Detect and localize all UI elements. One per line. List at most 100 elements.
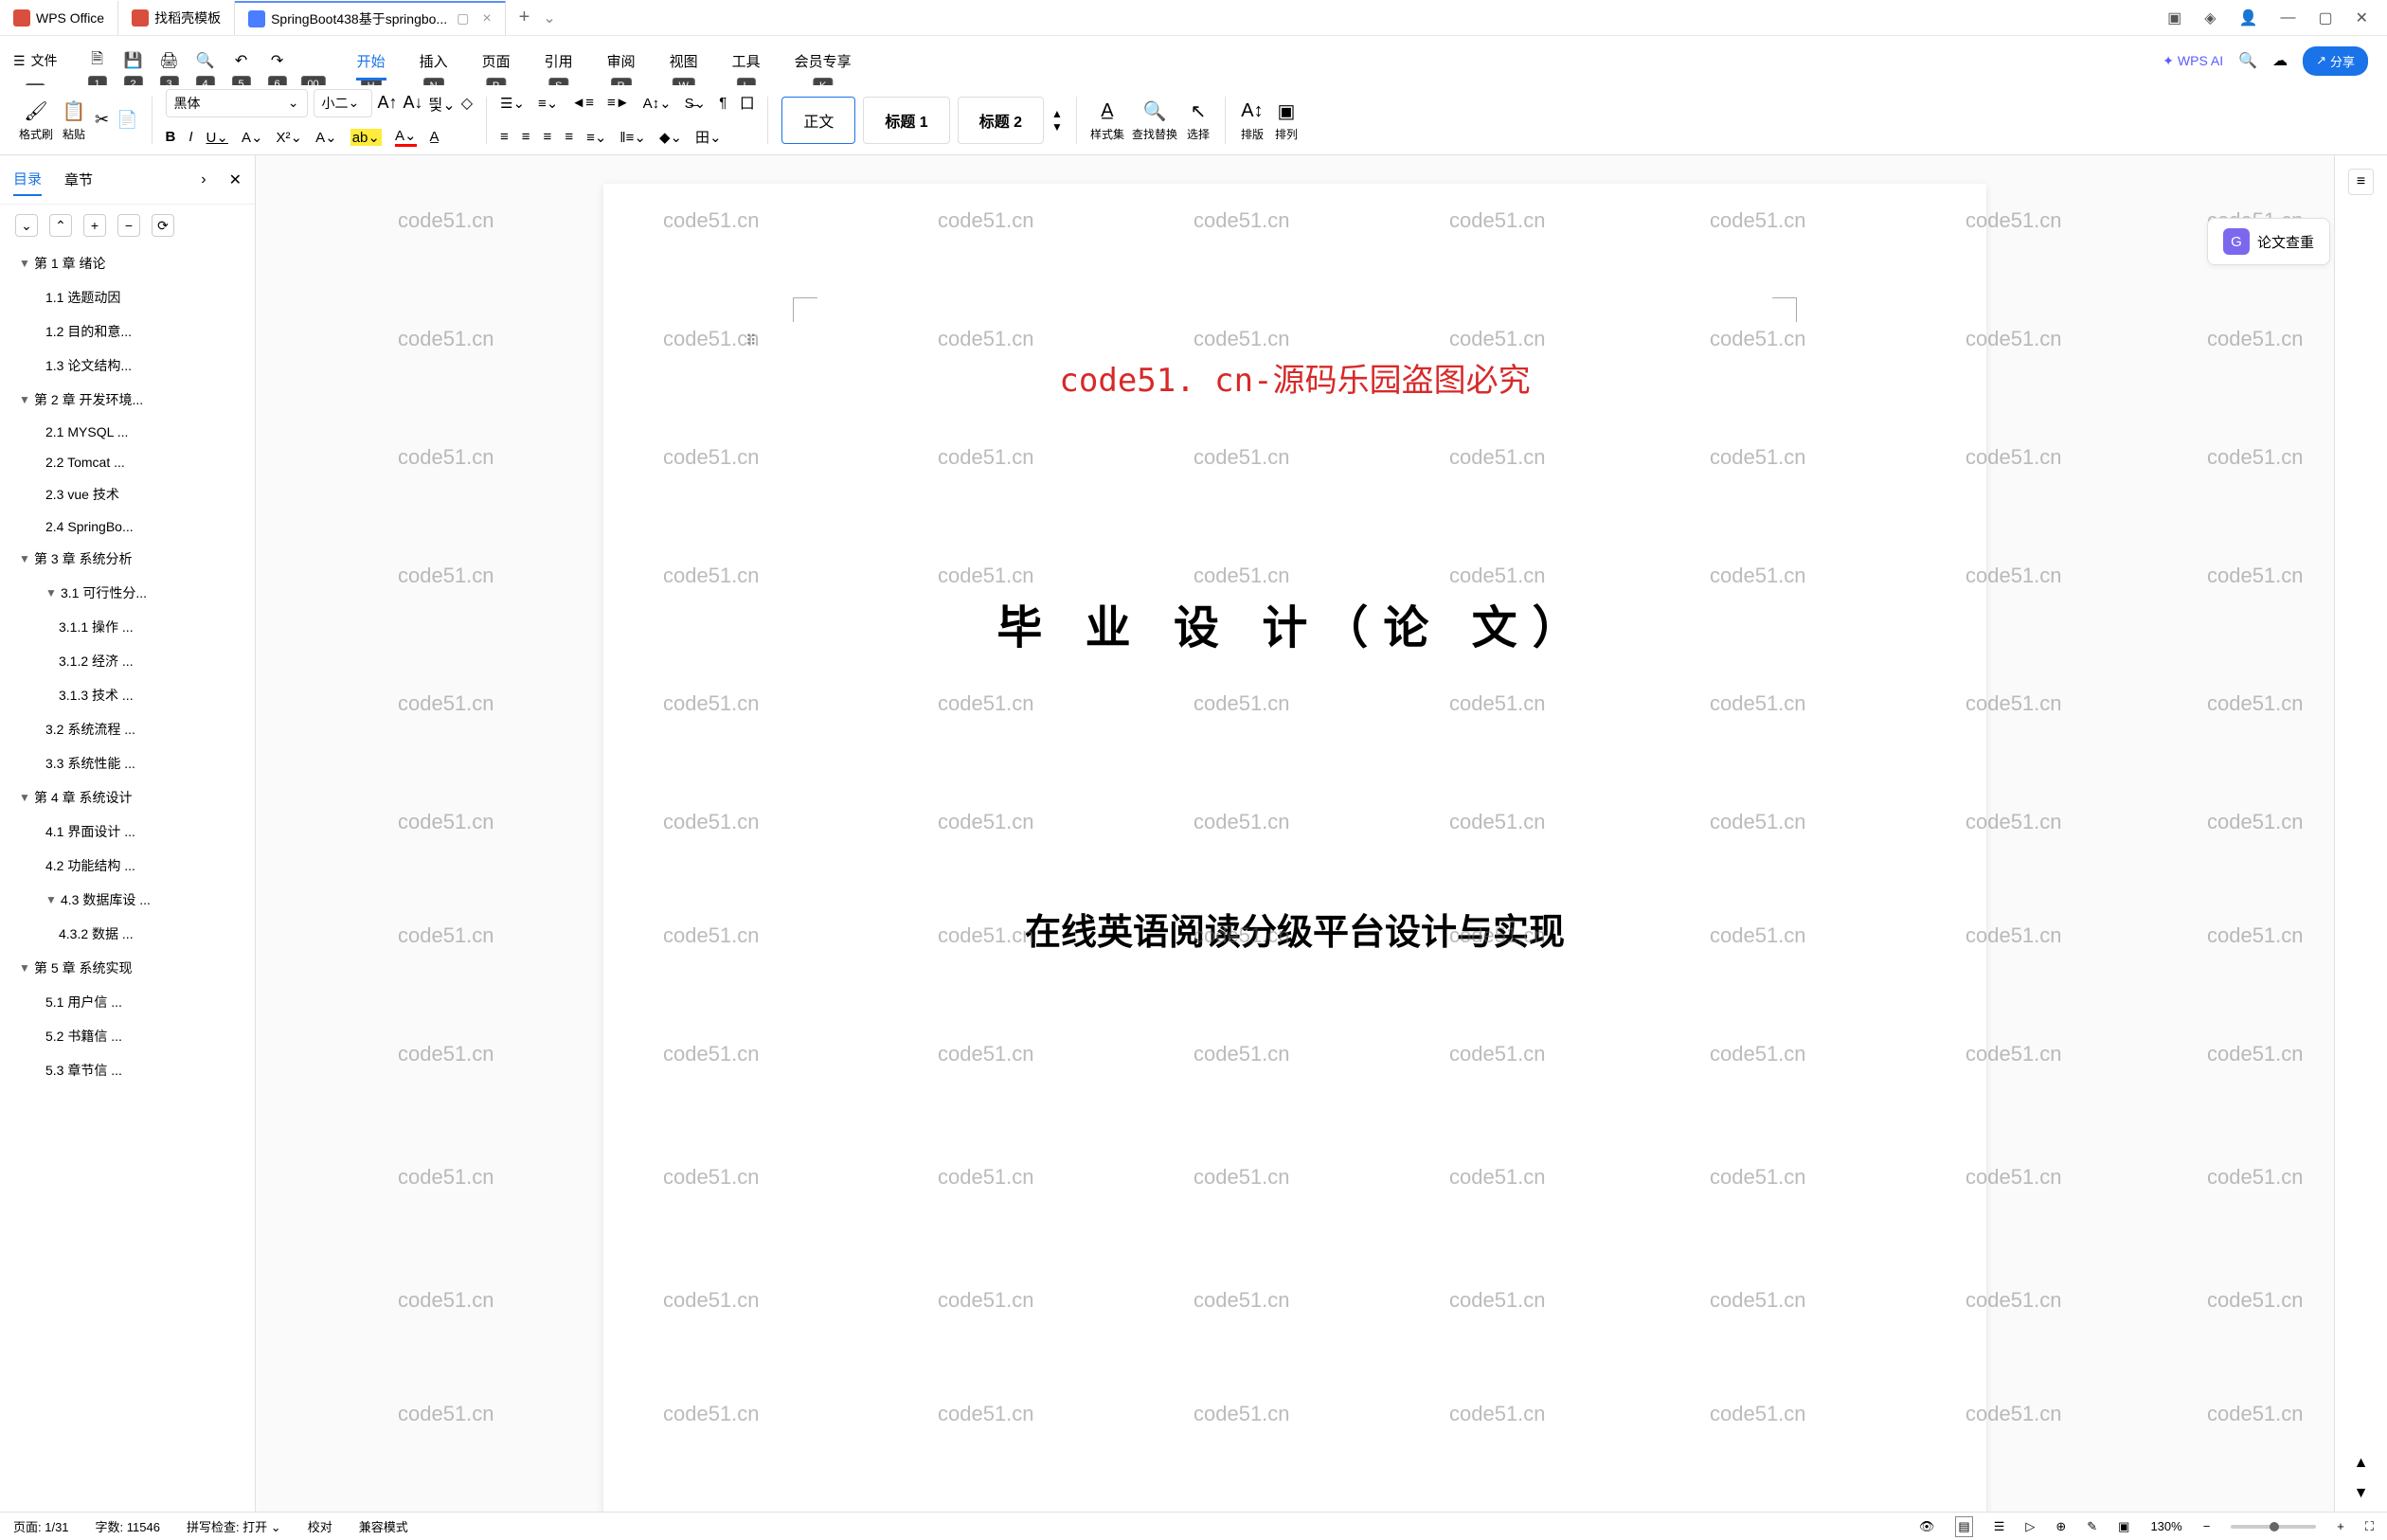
document-canvas[interactable]: ⠿ code51. cn-源码乐园盗图必究 毕 业 设 计（论 文） 在线英语阅… bbox=[256, 155, 2334, 1512]
outline-item[interactable]: 3.3 系统性能 ... bbox=[0, 746, 255, 780]
increase-indent-button[interactable]: ≡► bbox=[607, 95, 630, 111]
tab-reference[interactable]: 引用S bbox=[528, 45, 590, 77]
outline-caret-icon[interactable]: ▼ bbox=[45, 586, 57, 600]
view-focus-icon[interactable]: ▣ bbox=[2118, 1519, 2129, 1534]
close-window-icon[interactable]: ✕ bbox=[2356, 9, 2368, 27]
alignment-button[interactable]: 囗 bbox=[740, 93, 754, 113]
outline-item[interactable]: 4.2 功能结构 ... bbox=[0, 849, 255, 883]
outline-item[interactable]: ▼第 5 章 系统实现 bbox=[0, 951, 255, 985]
bullet-list-button[interactable]: ☰⌄ bbox=[500, 95, 525, 112]
bold-button[interactable]: B bbox=[166, 129, 176, 145]
document-page[interactable]: ⠿ code51. cn-源码乐园盗图必究 毕 业 设 计（论 文） 在线英语阅… bbox=[603, 184, 1986, 1512]
outline-item[interactable]: 3.2 系统流程 ... bbox=[0, 712, 255, 746]
nav-tab-toc[interactable]: 目录 bbox=[13, 163, 42, 196]
qat-redo-button[interactable]: ↷6 bbox=[264, 47, 291, 74]
italic-button[interactable]: I bbox=[188, 129, 192, 145]
qat-new-button[interactable]: 🗎1 bbox=[84, 47, 111, 74]
status-word-count[interactable]: 字数: 11546 bbox=[96, 1517, 160, 1535]
collapse-panel-icon[interactable]: ≡ bbox=[2348, 169, 2374, 195]
search-icon[interactable]: 🔍 bbox=[2238, 51, 2257, 70]
cube-icon[interactable]: ◈ bbox=[2204, 9, 2216, 27]
text-direction-button[interactable]: A↕⌄ bbox=[643, 95, 672, 112]
paste-button[interactable]: 📋 粘贴 bbox=[61, 98, 87, 142]
outline-item[interactable]: ▼第 3 章 系统分析 bbox=[0, 542, 255, 576]
minimize-icon[interactable]: — bbox=[2280, 9, 2295, 27]
styles-dropdown[interactable]: A̲ 样式集 bbox=[1090, 98, 1124, 142]
tab-document-active[interactable]: SpringBoot438基于springbo... ▢ × bbox=[235, 1, 506, 35]
strikethrough-button[interactable]: A⌄ bbox=[242, 129, 263, 146]
qat-undo-button[interactable]: ↶5 bbox=[228, 47, 255, 74]
find-replace-button[interactable]: 🔍 查找替换 bbox=[1132, 98, 1177, 142]
zoom-in-button[interactable]: + bbox=[2337, 1519, 2344, 1533]
increase-font-button[interactable]: A↑ bbox=[378, 93, 398, 113]
zoom-slider[interactable] bbox=[2231, 1525, 2316, 1529]
status-page[interactable]: 页面: 1/31 bbox=[13, 1517, 69, 1535]
outline-item[interactable]: ▼第 2 章 开发环境... bbox=[0, 383, 255, 417]
style-heading1[interactable]: 标题 1 bbox=[863, 97, 949, 144]
outline-caret-icon[interactable]: ▼ bbox=[19, 257, 30, 270]
outline-caret-icon[interactable]: ▼ bbox=[19, 393, 30, 406]
right-panel-scroll-up-icon[interactable]: ▲ bbox=[2354, 1455, 2369, 1472]
zoom-level[interactable]: 130% bbox=[2150, 1519, 2181, 1533]
outline-item[interactable]: 5.2 书籍信 ... bbox=[0, 1019, 255, 1053]
outline-item[interactable]: 2.1 MYSQL ... bbox=[0, 417, 255, 447]
style-scroll-icon[interactable]: ▲▼ bbox=[1051, 107, 1063, 134]
nav-tab-chapter[interactable]: 章节 bbox=[64, 164, 93, 195]
nav-refresh-button[interactable]: ⟳ bbox=[152, 214, 174, 237]
outline-item[interactable]: 2.4 SpringBo... bbox=[0, 511, 255, 542]
font-family-select[interactable]: 黑体⌄ bbox=[166, 89, 308, 117]
right-panel-scroll-down-icon[interactable]: ▼ bbox=[2354, 1485, 2369, 1502]
outline-item[interactable]: 5.3 章节信 ... bbox=[0, 1053, 255, 1087]
view-web-icon[interactable]: ⊕ bbox=[2055, 1519, 2066, 1534]
nav-remove-button[interactable]: − bbox=[117, 214, 140, 237]
distribute-button[interactable]: ≡⌄ bbox=[586, 129, 606, 146]
cut-icon[interactable]: ✂ bbox=[95, 110, 109, 130]
outline-item[interactable]: 4.3.2 数据 ... bbox=[0, 917, 255, 951]
outline-item[interactable]: 3.1.1 操作 ... bbox=[0, 610, 255, 644]
zoom-thumb[interactable] bbox=[2270, 1522, 2279, 1531]
underline-button[interactable]: U⌄ bbox=[206, 129, 228, 146]
wps-ai-button[interactable]: ✦ WPS AI bbox=[2163, 53, 2223, 69]
outline-item[interactable]: 2.2 Tomcat ... bbox=[0, 447, 255, 477]
qat-print-button[interactable]: 🖨3 bbox=[156, 47, 183, 74]
qat-preview-button[interactable]: 🔍4 bbox=[192, 47, 219, 74]
nav-close-icon[interactable]: ✕ bbox=[229, 170, 242, 189]
nav-up-button[interactable]: ⌃ bbox=[49, 214, 72, 237]
outline-caret-icon[interactable]: ▼ bbox=[45, 893, 57, 906]
outline-item[interactable]: 4.1 界面设计 ... bbox=[0, 815, 255, 849]
sort-button[interactable]: A↕ 排版 bbox=[1239, 98, 1265, 142]
zoom-out-button[interactable]: − bbox=[2203, 1519, 2211, 1533]
outline-item[interactable]: ▼第 1 章 绪论 bbox=[0, 246, 255, 280]
select-button[interactable]: ↖ 选择 bbox=[1185, 98, 1211, 142]
decrease-font-button[interactable]: A↓ bbox=[404, 93, 423, 113]
tab-start[interactable]: 开始H bbox=[340, 45, 403, 77]
format-painter-button[interactable]: 🖌 格式刷 bbox=[19, 98, 53, 142]
outline-list[interactable]: ▼第 1 章 绪论1.1 选题动因1.2 目的和意...1.3 论文结构...▼… bbox=[0, 246, 255, 1512]
tab-member[interactable]: 会员专享K bbox=[778, 45, 869, 77]
font-size-select[interactable]: 小二⌄ bbox=[314, 89, 372, 117]
view-edit-icon[interactable]: ✎ bbox=[2087, 1519, 2097, 1534]
fullscreen-icon[interactable]: ⛶ bbox=[2365, 1519, 2374, 1534]
line-spacing-button[interactable]: ‖≡⌄ bbox=[619, 129, 646, 146]
share-button[interactable]: ↗分享 bbox=[2303, 46, 2368, 76]
tab-close-icon[interactable]: × bbox=[482, 10, 491, 27]
status-spell-check[interactable]: 拼写检查: 打开 ⌄ bbox=[187, 1517, 281, 1535]
view-eye-icon[interactable]: 👁 bbox=[1919, 1519, 1935, 1534]
view-page-icon[interactable]: ▤ bbox=[1955, 1516, 1972, 1537]
tab-page[interactable]: 页面P bbox=[465, 45, 528, 77]
format-box-button[interactable]: A̲ bbox=[430, 129, 440, 145]
copy-icon[interactable]: 📄 bbox=[117, 110, 137, 130]
outline-caret-icon[interactable]: ▼ bbox=[19, 961, 30, 975]
maximize-icon[interactable]: ▢ bbox=[2318, 9, 2332, 27]
document-title[interactable]: 毕 业 设 计（论 文） bbox=[698, 590, 1892, 656]
outline-item[interactable]: 2.3 vue 技术 bbox=[0, 477, 255, 511]
clear-format-button[interactable]: ◇ bbox=[461, 94, 473, 113]
outline-item[interactable]: 5.1 用户信 ... bbox=[0, 985, 255, 1019]
file-menu-button[interactable]: ☰ 文件 F bbox=[0, 51, 71, 70]
tab-view[interactable]: 视图W bbox=[653, 45, 715, 77]
highlight-button[interactable]: ab⌄ bbox=[350, 129, 382, 146]
font-color-button[interactable]: A⌄ bbox=[395, 127, 417, 147]
plagiarism-check-button[interactable]: G 论文查重 bbox=[2207, 218, 2330, 265]
nav-next-icon[interactable]: › bbox=[201, 171, 206, 188]
tab-wps-office[interactable]: WPS Office bbox=[0, 1, 118, 35]
